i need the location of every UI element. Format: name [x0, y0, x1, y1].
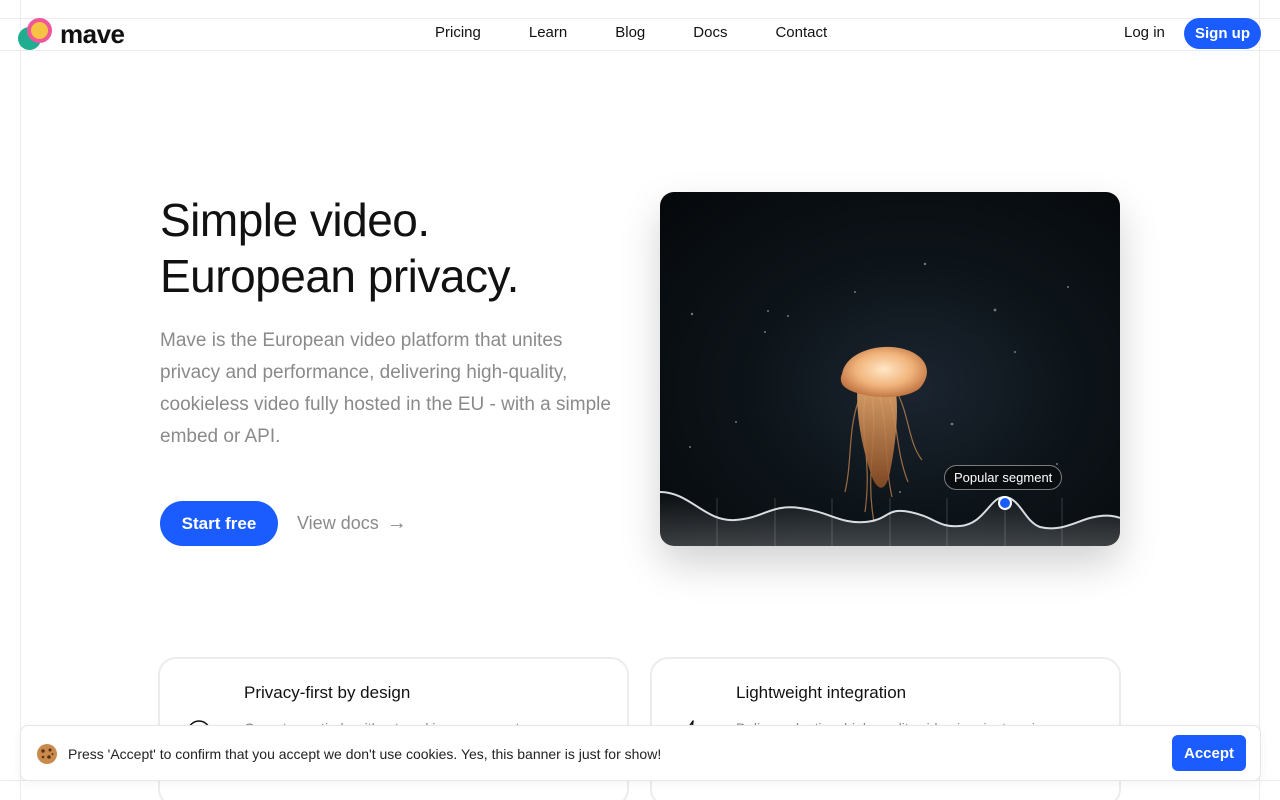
brand-name: mave — [60, 18, 125, 49]
accept-cookies-button[interactable]: Accept — [1172, 735, 1246, 771]
main-nav: Pricing Learn Blog Docs Contact — [435, 22, 827, 44]
cookie-banner: Press 'Accept' to confirm that you accep… — [20, 725, 1261, 781]
brand-logo[interactable]: mave — [18, 18, 125, 50]
hero-title: Simple video. European privacy. — [160, 192, 640, 304]
arrow-right-icon: → — [386, 512, 407, 534]
view-docs-label: View docs — [297, 512, 379, 533]
cookie-banner-text: Press 'Accept' to confirm that you accep… — [68, 746, 662, 762]
hero-description: Mave is the European video platform that… — [160, 330, 611, 447]
view-docs-link[interactable]: View docs → — [297, 511, 407, 535]
start-free-button[interactable]: Start free — [160, 501, 278, 546]
jellyfish-bell — [840, 346, 927, 398]
frame-guide-header-bottom — [0, 50, 1280, 51]
cookie-icon — [37, 744, 57, 764]
nav-item-learn[interactable]: Learn — [529, 22, 567, 44]
nav-item-pricing[interactable]: Pricing — [435, 22, 481, 44]
frame-guide-right — [1259, 0, 1260, 800]
logo-mark-icon — [18, 18, 54, 50]
frame-guide-left — [20, 0, 21, 800]
feature-title: Lightweight integration — [736, 683, 907, 702]
video-frame — [660, 262, 1120, 546]
popular-segment-label: Popular segment — [944, 465, 1063, 490]
login-link[interactable]: Log in — [1124, 22, 1165, 44]
video-preview[interactable] — [660, 192, 1120, 546]
nav-item-docs[interactable]: Docs — [693, 22, 727, 44]
nav-item-blog[interactable]: Blog — [615, 22, 645, 44]
hero-title-line-1: Simple video. — [160, 194, 430, 246]
feature-title: Privacy-first by design — [244, 683, 411, 702]
nav-item-contact[interactable]: Contact — [775, 22, 827, 44]
hero-title-line-2: European privacy. — [160, 250, 519, 302]
frame-guide-top — [0, 18, 1280, 19]
signup-button[interactable]: Sign up — [1184, 18, 1261, 49]
popular-segment-marker[interactable] — [998, 496, 1012, 510]
